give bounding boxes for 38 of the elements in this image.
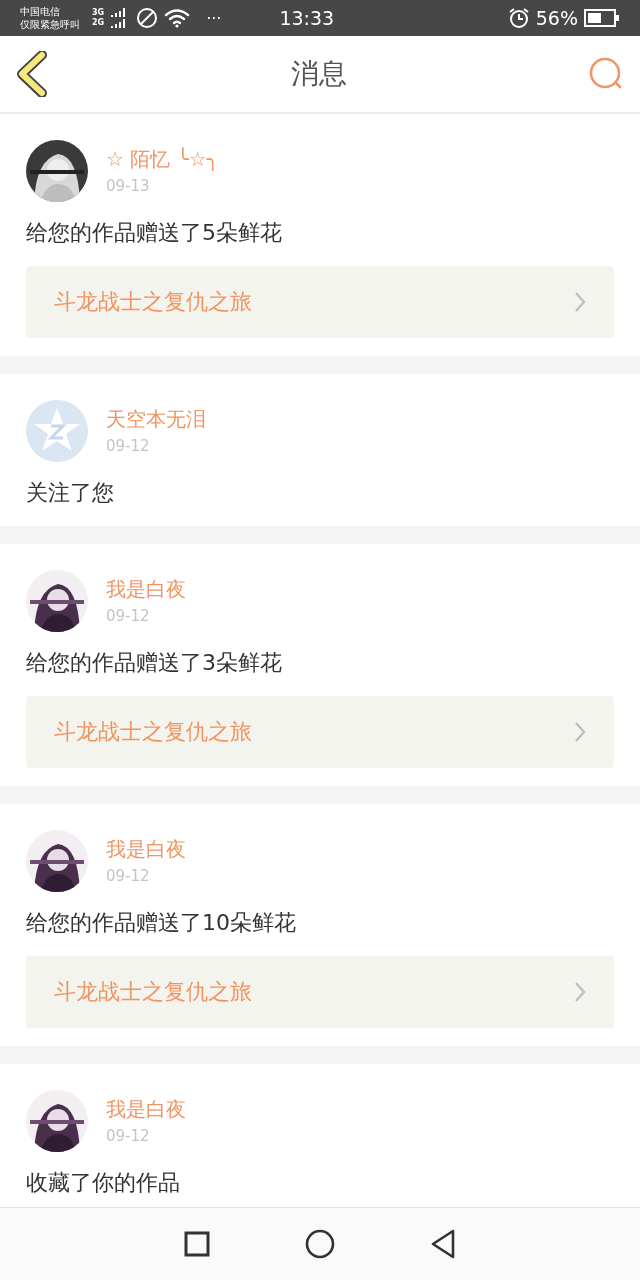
- wifi-icon: [164, 8, 191, 28]
- default-avatar-icon: [26, 400, 88, 462]
- chevron-right-icon: [574, 721, 586, 743]
- user-name[interactable]: 天空本无泪: [106, 406, 206, 432]
- battery-percent: 56%: [535, 7, 578, 29]
- chevron-right-icon: [574, 291, 586, 313]
- message-text: 收藏了你的作品: [26, 1169, 181, 1197]
- message-date: 09-12: [106, 866, 151, 886]
- message-text: 给您的作品赠送了3朵鲜花: [26, 649, 283, 677]
- message-text: 给您的作品赠送了5朵鲜花: [26, 219, 283, 247]
- chevron-right-icon: [574, 981, 586, 1003]
- user-name[interactable]: 我是白夜: [106, 576, 186, 602]
- message-date: 09-13: [106, 176, 151, 196]
- no-sim-icon: [136, 7, 159, 29]
- carrier-name: 中国电信: [20, 5, 61, 18]
- message-date: 09-12: [106, 436, 151, 456]
- recent-apps-button[interactable]: [184, 1231, 210, 1257]
- clock-time: 13:33: [279, 7, 335, 29]
- carrier-note: 仅限紧急呼叫: [20, 18, 80, 31]
- back-button[interactable]: [16, 51, 50, 97]
- message-date: 09-12: [106, 606, 151, 626]
- more-notifications: ···: [206, 8, 222, 28]
- message-text: 给您的作品赠送了10朵鲜花: [26, 909, 297, 937]
- back-nav-button[interactable]: [430, 1229, 456, 1259]
- home-button[interactable]: [305, 1229, 335, 1259]
- user-name[interactable]: 我是白夜: [106, 1096, 186, 1122]
- work-link[interactable]: 斗龙战士之复仇之旅: [26, 696, 614, 768]
- network-label: 3G: [92, 8, 105, 18]
- battery-icon: [584, 9, 620, 27]
- message-text: 关注了您: [26, 479, 115, 507]
- message-date: 09-12: [106, 1126, 151, 1146]
- user-name[interactable]: ☆ 陌忆 ╰☆╮: [106, 146, 219, 172]
- work-link[interactable]: 斗龙战士之复仇之旅: [26, 956, 614, 1028]
- page-title: 消息: [291, 56, 347, 92]
- network-label: 2G: [92, 18, 105, 28]
- user-name[interactable]: 我是白夜: [106, 836, 186, 862]
- alarm-icon: [507, 7, 530, 29]
- work-link[interactable]: 斗龙战士之复仇之旅: [26, 266, 614, 338]
